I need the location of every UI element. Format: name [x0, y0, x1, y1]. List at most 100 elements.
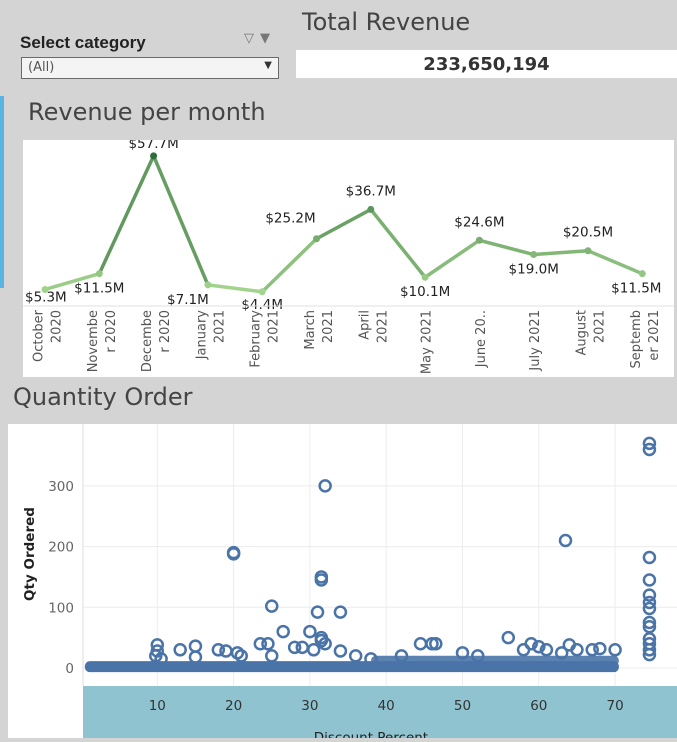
revenue-point[interactable] — [95, 270, 103, 278]
y-tick-label: 100 — [48, 600, 74, 616]
revenue-data-label: $20.5M — [563, 225, 613, 241]
chevron-down-icon[interactable]: ▼ — [260, 31, 270, 46]
month-tick-label: October — [32, 309, 47, 362]
month-tick-label: January — [194, 310, 209, 361]
month-tick-label: 2021 — [375, 310, 390, 343]
x-axis-title: Discount Percent — [314, 730, 428, 738]
scatter-point[interactable] — [642, 550, 657, 565]
revenue-point[interactable] — [204, 281, 212, 289]
revenue-line-segment — [260, 236, 319, 294]
x-tick-label: 30 — [301, 698, 318, 714]
quantity-scatter-chart-panel: 0 100 200 300 Qty Ordered 10 20 30 40 50 60 70 Disco… — [8, 424, 677, 742]
month-tick-label: Novembe — [86, 310, 101, 372]
revenue-line-segment — [369, 207, 427, 279]
revenue-line-segment — [423, 238, 482, 279]
revenue-point[interactable] — [530, 251, 538, 259]
month-tick-label: r 2020 — [104, 310, 119, 353]
y-axis-title: Qty Ordered — [22, 507, 38, 601]
scatter-point[interactable] — [310, 605, 325, 619]
total-revenue-title: Total Revenue — [302, 8, 471, 36]
revenue-line-segment — [206, 283, 264, 294]
revenue-line-segment — [151, 154, 210, 287]
revenue-line-segment — [477, 238, 536, 257]
month-tick-label: 2020 — [50, 310, 65, 343]
revenue-point[interactable] — [150, 152, 158, 160]
category-dropdown-value: (All) — [28, 60, 55, 75]
filter-icon[interactable]: ▽ — [244, 31, 254, 46]
revenue-data-label: $10.1M — [400, 284, 450, 300]
scatter-point[interactable] — [593, 641, 607, 656]
scatter-point[interactable] — [173, 643, 187, 657]
y-tick-label: 0 — [65, 661, 74, 677]
scatter-point[interactable] — [642, 573, 657, 587]
revenue-line-chart: $5.3M$11.5M$57.7M$7.1M $4.4M$25.2M$36.7M$… — [23, 136, 674, 374]
month-tick-label: r 2020 — [158, 310, 173, 353]
revenue-point[interactable] — [475, 236, 483, 244]
x-tick-label: 20 — [225, 698, 242, 714]
scatter-point[interactable] — [501, 630, 516, 645]
scatter-point[interactable] — [219, 644, 233, 658]
month-tick-label: February — [249, 310, 264, 368]
scatter-point[interactable] — [276, 624, 290, 639]
y-tick-label: 300 — [48, 479, 74, 495]
y-tick-label: 200 — [48, 540, 74, 556]
scatter-dense-band — [370, 655, 619, 666]
x-tick-label: 50 — [454, 698, 471, 714]
month-tick-label: 2021 — [321, 310, 336, 343]
scatter-point[interactable] — [265, 649, 279, 663]
revenue-data-label: $11.5M — [74, 281, 124, 297]
month-tick-label: 2021 — [267, 310, 282, 343]
left-accent-bar — [0, 96, 4, 288]
revenue-line-segment — [314, 207, 373, 241]
scatter-point[interactable] — [413, 636, 428, 651]
scatter-point[interactable] — [348, 649, 363, 663]
month-tick-label: March — [303, 310, 318, 350]
revenue-data-label: $24.6M — [454, 214, 504, 230]
quantity-chart-title: Quantity Order — [13, 383, 193, 411]
quantity-scatter-chart: 0 100 200 300 Qty Ordered 10 20 30 40 50 60 70 Disco… — [22, 424, 677, 742]
scatter-point[interactable] — [261, 636, 275, 651]
x-tick-label: 40 — [378, 698, 395, 714]
revenue-point[interactable] — [258, 288, 266, 296]
revenue-line-segment — [531, 248, 590, 257]
scatter-point[interactable] — [333, 605, 348, 619]
scatter-point[interactable] — [265, 599, 279, 613]
revenue-data-label: $57.7M — [128, 140, 178, 152]
category-dropdown[interactable]: (All) ▼ — [21, 57, 279, 79]
revenue-line-segment — [586, 248, 645, 276]
scatter-point[interactable] — [188, 650, 203, 664]
revenue-data-label: $19.0M — [509, 262, 559, 278]
month-tick-label: April — [357, 310, 372, 340]
revenue-data-label: $11.5M — [611, 281, 661, 297]
x-tick-label: 10 — [149, 698, 166, 714]
month-tick-label: May 2021 — [420, 310, 435, 374]
month-tick-label: Decembe — [140, 310, 155, 372]
month-tick-label: August — [575, 310, 590, 356]
revenue-line-segment — [97, 154, 156, 276]
revenue-point[interactable] — [421, 273, 429, 281]
revenue-chart-title: Revenue per month — [28, 98, 266, 126]
x-tick-label: 70 — [607, 698, 624, 714]
dropdown-caret-icon[interactable]: ▼ — [264, 60, 272, 71]
revenue-line-chart-panel: $5.3M $11.5M $57.7M $7.1M $4.4M $25.2M $36.7M $… — [23, 136, 674, 377]
month-tick-label: 2021 — [212, 310, 227, 343]
revenue-point[interactable] — [638, 270, 646, 278]
revenue-data-label: $5.3M — [25, 289, 67, 305]
month-tick-label: June 20.. — [474, 310, 489, 368]
revenue-data-label: $25.2M — [265, 211, 315, 227]
scatter-point[interactable] — [295, 640, 310, 655]
scatter-point[interactable] — [558, 533, 573, 548]
revenue-point[interactable] — [313, 235, 320, 243]
month-tick-label: 2021 — [593, 310, 608, 343]
revenue-data-label: $36.7M — [346, 183, 396, 199]
revenue-point[interactable] — [584, 247, 592, 255]
filter-controls[interactable]: ▽ ▼ — [244, 31, 276, 46]
revenue-point[interactable] — [367, 205, 375, 213]
total-revenue-value: 233,650,194 — [296, 50, 677, 78]
filter-title: Select category — [20, 33, 146, 52]
month-tick-label: er 2021 — [647, 310, 662, 361]
scatter-point[interactable] — [333, 644, 348, 658]
scatter-point[interactable] — [188, 639, 203, 653]
revenue-data-label: $7.1M — [167, 292, 209, 308]
x-tick-label: 60 — [530, 698, 547, 714]
